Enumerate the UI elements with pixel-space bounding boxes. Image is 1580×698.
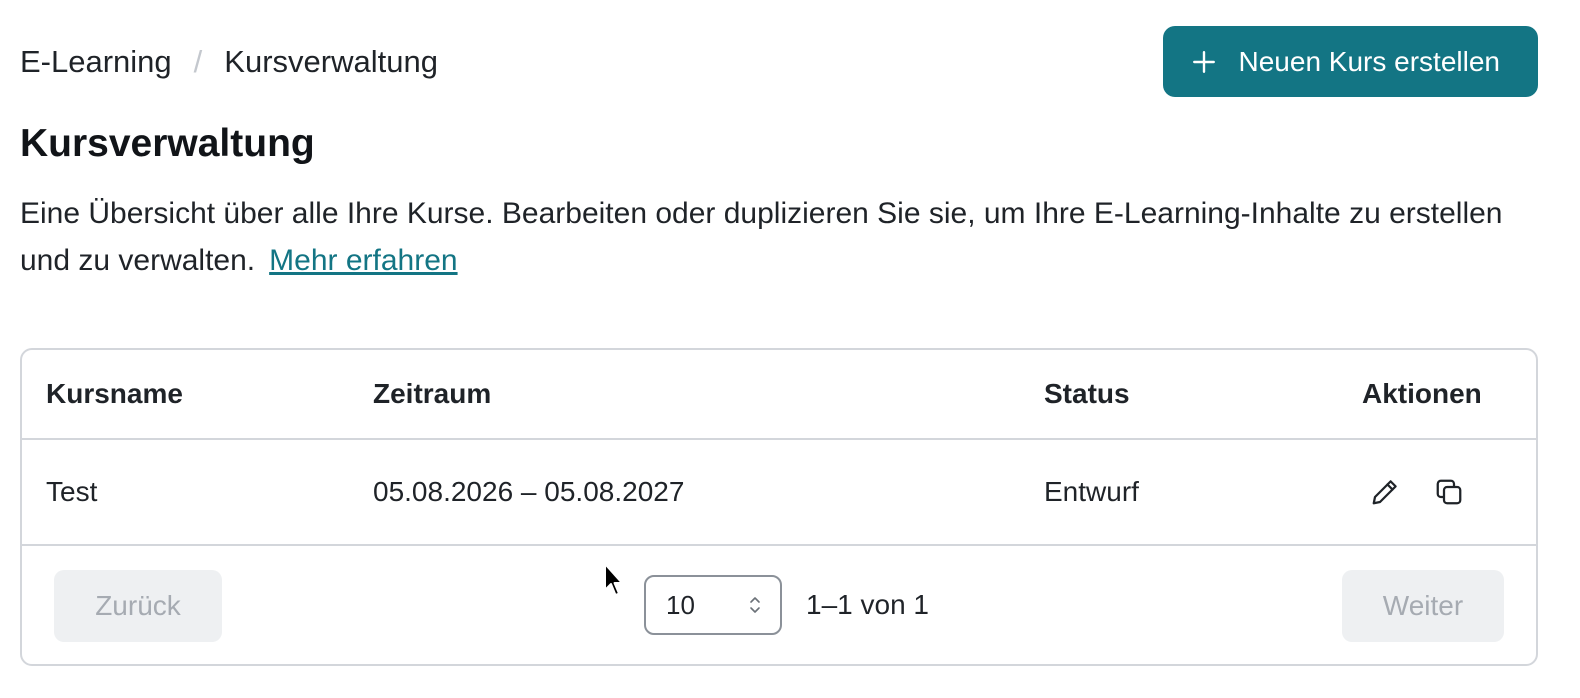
column-header-actions: Aktionen [1362, 378, 1482, 409]
create-course-button[interactable]: Neuen Kurs erstellen [1162, 26, 1538, 97]
column-header-status: Status [1044, 378, 1130, 409]
learn-more-link[interactable]: Mehr erfahren [269, 244, 457, 277]
edit-course-button[interactable] [1368, 475, 1402, 509]
page-size-select[interactable]: 10 [644, 575, 782, 635]
pencil-icon [1372, 480, 1397, 505]
page-size-value: 10 [666, 589, 695, 620]
intro-text: Eine Übersicht über alle Ihre Kurse. Bea… [20, 197, 1503, 277]
breadcrumb-item-elearning[interactable]: E-Learning [20, 44, 172, 80]
page-size-controls: 10 1–1 von 1 [644, 575, 929, 635]
column-header-name: Kursname [46, 378, 183, 409]
pagination: Zurück 10 1–1 von 1 Weiter [22, 546, 1536, 664]
course-period: 05.08.2026 – 05.08.2027 [373, 476, 685, 507]
courses-table: Kursname Zeitraum Status Aktionen Test 0… [20, 348, 1538, 666]
course-name: Test [46, 476, 98, 507]
table-row: Test 05.08.2026 – 05.08.2027 Entwurf [22, 440, 1536, 546]
page-title: Kursverwaltung [20, 122, 315, 165]
course-status: Entwurf [1044, 476, 1139, 507]
column-header-period: Zeitraum [373, 378, 492, 409]
next-page-button[interactable]: Weiter [1342, 570, 1504, 642]
mouse-cursor-icon [604, 563, 623, 596]
pagination-range: 1–1 von 1 [806, 589, 929, 620]
duplicate-course-button[interactable] [1432, 475, 1466, 509]
top-bar: E-Learning / Kursverwaltung Neuen Kurs e… [20, 26, 1538, 97]
breadcrumb-separator: / [193, 43, 203, 79]
chevron-updown-icon [750, 597, 760, 613]
previous-page-button[interactable]: Zurück [54, 570, 222, 642]
breadcrumb-item-current: Kursverwaltung [224, 43, 438, 79]
copy-icon [1436, 479, 1462, 505]
page-intro: Eine Übersicht über alle Ihre Kurse. Bea… [20, 190, 1550, 284]
breadcrumb: E-Learning / Kursverwaltung [20, 44, 438, 80]
course-management-page: E-Learning / Kursverwaltung Neuen Kurs e… [0, 0, 1580, 698]
create-course-label: Neuen Kurs erstellen [1238, 45, 1500, 77]
row-actions [1368, 475, 1466, 509]
table-header-row: Kursname Zeitraum Status Aktionen [22, 350, 1536, 440]
plus-icon [1192, 50, 1215, 73]
